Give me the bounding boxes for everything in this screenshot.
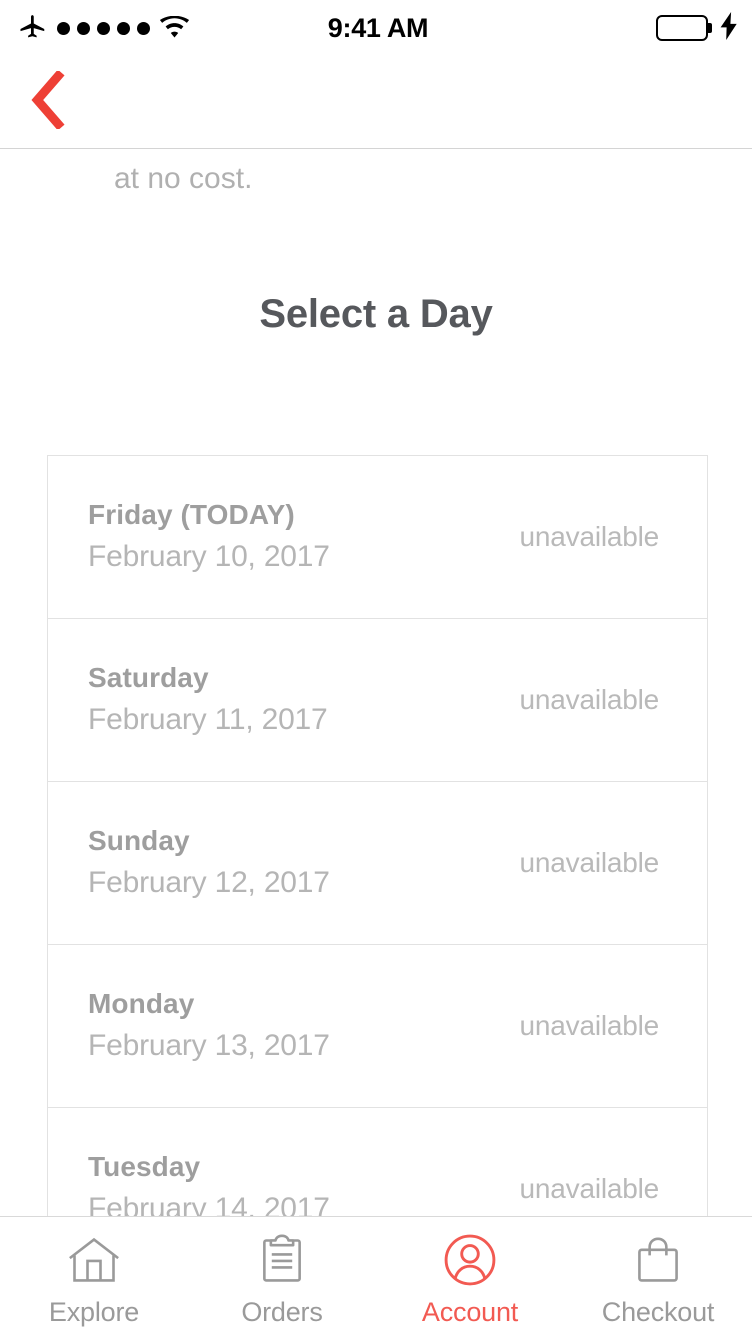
day-info: Friday (TODAY) February 10, 2017 <box>88 497 330 576</box>
battery-full-icon <box>656 15 712 41</box>
day-info: Tuesday February 14, 2017 <box>88 1149 330 1216</box>
airplane-icon <box>18 13 48 43</box>
bottom-tab-bar: Explore Orders Account Checkout <box>0 1216 752 1334</box>
wifi-icon <box>159 16 190 40</box>
day-list-item[interactable]: Tuesday February 14, 2017 unavailable <box>48 1108 707 1216</box>
day-name: Sunday <box>88 825 190 857</box>
day-date: February 14, 2017 <box>88 1192 330 1216</box>
day-name: Friday (TODAY) <box>88 499 295 531</box>
tab-account[interactable]: Account <box>376 1217 564 1334</box>
day-name: Monday <box>88 988 195 1020</box>
signal-dot <box>117 21 130 35</box>
back-button[interactable] <box>14 69 80 135</box>
signal-dot <box>97 21 110 35</box>
shopping-bag-icon <box>632 1229 684 1291</box>
signal-dot <box>137 21 150 35</box>
user-circle-icon <box>443 1229 497 1291</box>
battery-nub <box>708 23 712 33</box>
home-icon <box>66 1229 122 1291</box>
navigation-bar <box>0 56 752 149</box>
status-bar-left <box>0 13 328 43</box>
day-info: Sunday February 12, 2017 <box>88 823 330 902</box>
day-name: Tuesday <box>88 1151 201 1183</box>
day-availability-status: unavailable <box>519 1173 660 1204</box>
intro-partial-text: at no cost. <box>114 162 253 195</box>
tab-orders[interactable]: Orders <box>188 1217 376 1334</box>
day-date: February 11, 2017 <box>88 703 328 737</box>
day-list-item[interactable]: Monday February 13, 2017 unavailable <box>48 945 707 1108</box>
day-list-item[interactable]: Friday (TODAY) February 10, 2017 unavail… <box>48 456 707 619</box>
day-availability-status: unavailable <box>519 521 660 552</box>
tab-label-explore: Explore <box>48 1297 140 1327</box>
status-bar-center: 9:41 AM <box>327 12 429 44</box>
page-title: Select a Day <box>259 292 493 336</box>
day-list: Friday (TODAY) February 10, 2017 unavail… <box>47 455 708 1216</box>
status-bar-right <box>428 11 752 45</box>
day-date: February 12, 2017 <box>88 866 330 900</box>
signal-dot <box>77 21 90 35</box>
day-info: Saturday February 11, 2017 <box>88 660 328 739</box>
day-info: Monday February 13, 2017 <box>88 986 330 1065</box>
day-availability-status: unavailable <box>519 1010 660 1041</box>
day-date: February 10, 2017 <box>88 540 330 574</box>
tab-explore[interactable]: Explore <box>0 1217 188 1334</box>
status-bar-time: 9:41 AM <box>327 12 429 43</box>
chevron-left-icon <box>26 69 68 134</box>
tab-label-orders: Orders <box>241 1297 323 1327</box>
day-name: Saturday <box>88 662 209 694</box>
day-availability-status: unavailable <box>519 684 660 715</box>
app-screen: 9:41 AM at no cost. Select a Day Friday … <box>0 0 752 1334</box>
day-date: February 13, 2017 <box>88 1029 330 1063</box>
signal-strength-dots <box>57 21 150 35</box>
signal-dot <box>57 21 70 35</box>
tab-label-checkout: Checkout <box>601 1297 715 1327</box>
day-list-item[interactable]: Saturday February 11, 2017 unavailable <box>48 619 707 782</box>
tab-checkout[interactable]: Checkout <box>564 1217 752 1334</box>
scroll-content[interactable]: at no cost. Select a Day Friday (TODAY) … <box>0 150 752 1216</box>
clipboard-icon <box>257 1229 307 1291</box>
day-availability-status: unavailable <box>519 847 660 878</box>
tab-label-account: Account <box>421 1297 519 1327</box>
day-list-item[interactable]: Sunday February 12, 2017 unavailable <box>48 782 707 945</box>
lightning-bolt-icon <box>720 11 738 45</box>
status-bar: 9:41 AM <box>0 0 752 56</box>
